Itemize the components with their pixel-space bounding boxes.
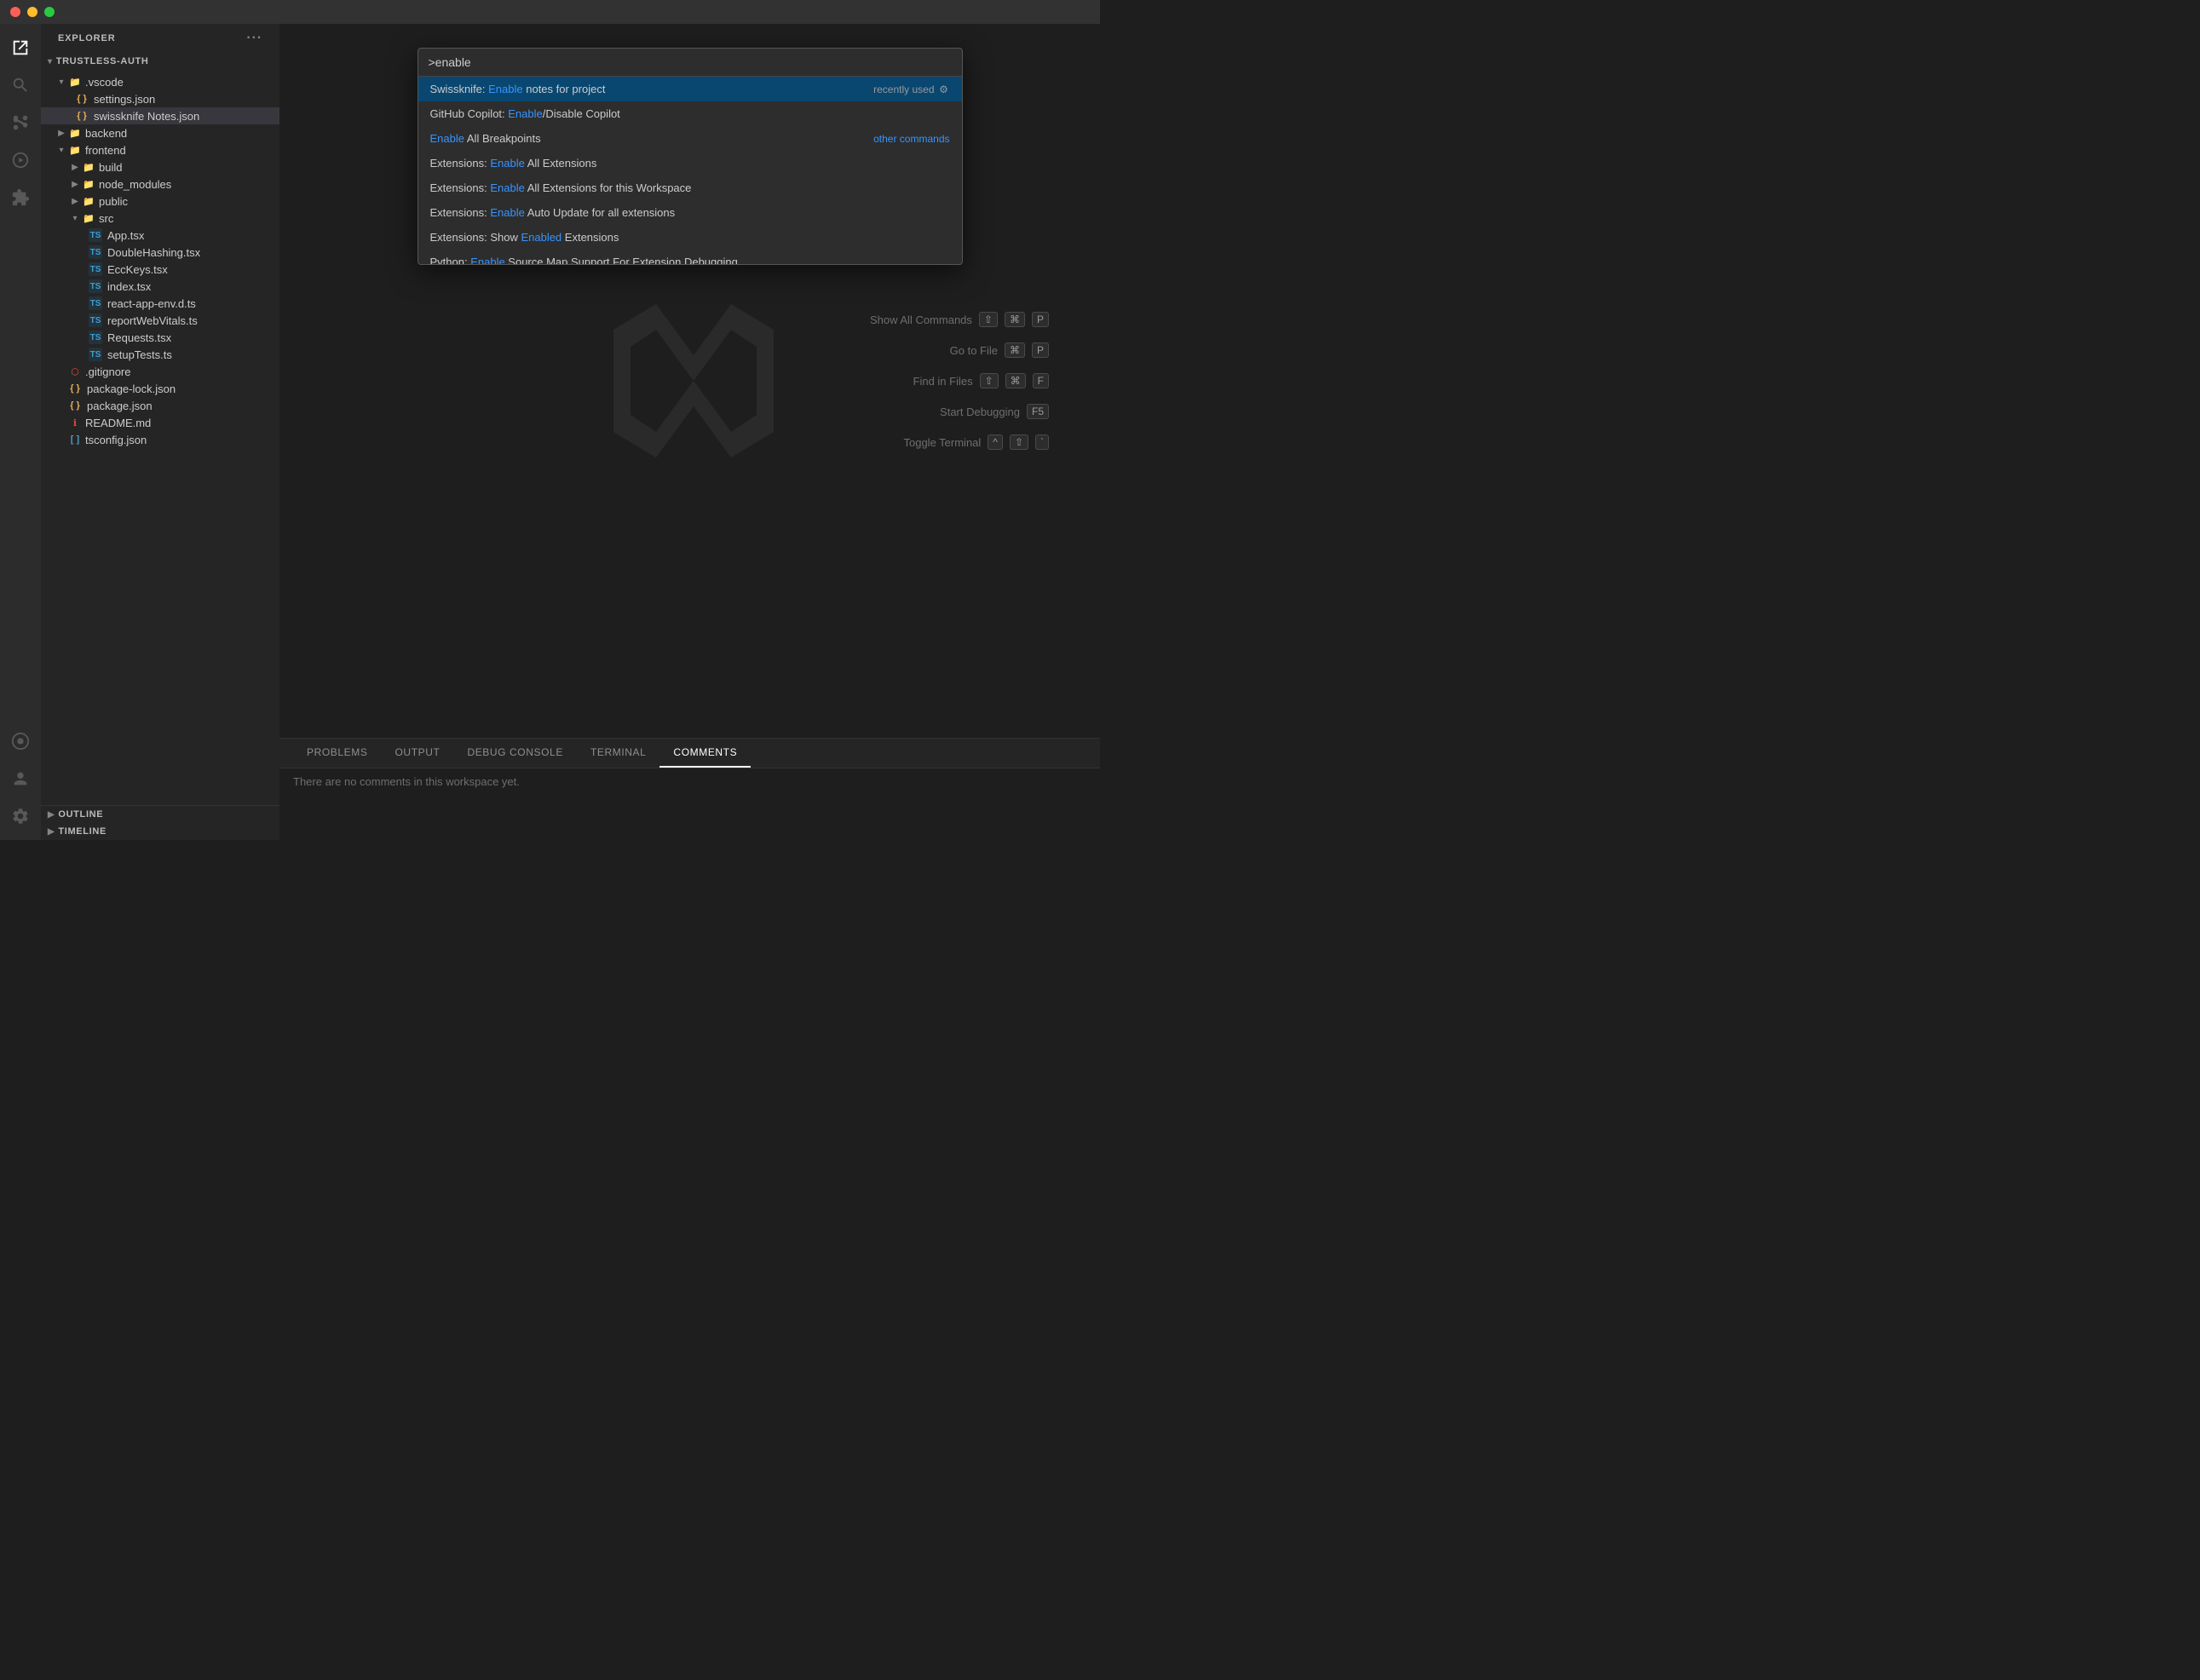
tree-item-setup-tests[interactable]: TS setupTests.ts: [41, 346, 279, 363]
tree-item-public[interactable]: ▶ 📁 public: [41, 193, 279, 210]
app-container: EXPLORER ··· ▾ TRUSTLESS-AUTH ▾ 📁 .vscod…: [0, 24, 1100, 840]
main-layout: EXPLORER ··· ▾ TRUSTLESS-AUTH ▾ 📁 .vscod…: [0, 24, 1100, 840]
vscode-watermark-icon: [605, 296, 775, 466]
tree-item-gitignore[interactable]: ⬡ .gitignore: [41, 363, 279, 380]
sidebar-footer-sections: ▶ OUTLINE ▶ TIMELINE: [41, 805, 279, 840]
tree-item-src[interactable]: ▾ 📁 src: [41, 210, 279, 227]
tree-item-ecc-keys[interactable]: TS EccKeys.tsx: [41, 261, 279, 278]
bottom-panel: PROBLEMS OUTPUT DEBUG CONSOLE TERMINAL C…: [279, 738, 1100, 840]
tree-item-report-web-vitals[interactable]: TS reportWebVitals.ts: [41, 312, 279, 329]
command-item-swissknife[interactable]: Swissknife: Enable notes for project rec…: [418, 77, 962, 101]
extensions-activity-icon[interactable]: [3, 181, 37, 215]
tab-terminal[interactable]: TERMINAL: [577, 739, 659, 768]
explorer-title: EXPLORER: [58, 33, 116, 43]
tab-output[interactable]: OUTPUT: [382, 739, 454, 768]
command-palette[interactable]: Swissknife: Enable notes for project rec…: [418, 48, 963, 265]
maximize-button[interactable]: [44, 7, 55, 17]
command-item-enable-breakpoints[interactable]: Enable All Breakpoints other commands: [418, 126, 962, 151]
shortcut-toggle-terminal: Toggle Terminal ^ ⇧ `: [870, 434, 1049, 450]
shortcut-start-debugging: Start Debugging F5: [870, 404, 1049, 419]
tree-item-tsconfig[interactable]: [ ] tsconfig.json: [41, 431, 279, 448]
tree-item-double-hashing[interactable]: TS DoubleHashing.tsx: [41, 244, 279, 261]
explorer-actions[interactable]: ···: [246, 31, 262, 46]
command-item-ext-workspace[interactable]: Extensions: Enable All Extensions for th…: [418, 175, 962, 200]
accounts-activity-icon[interactable]: [3, 762, 37, 796]
window-controls: [10, 7, 55, 17]
minimize-button[interactable]: [27, 7, 37, 17]
settings-activity-icon[interactable]: [3, 799, 37, 833]
search-activity-icon[interactable]: [3, 68, 37, 102]
tab-problems[interactable]: PROBLEMS: [293, 739, 382, 768]
tree-item-react-app-env[interactable]: TS react-app-env.d.ts: [41, 295, 279, 312]
tree-item-backend[interactable]: ▶ 📁 backend: [41, 124, 279, 141]
timeline-section-header[interactable]: ▶ TIMELINE: [41, 823, 279, 840]
command-results: Swissknife: Enable notes for project rec…: [418, 77, 962, 264]
editor-panel-wrapper: Show All Commands ⇧ ⌘ P Go to File ⌘ P F…: [279, 24, 1100, 840]
tree-item-readme[interactable]: ℹ README.md: [41, 414, 279, 431]
command-item-github-copilot[interactable]: GitHub Copilot: Enable/Disable Copilot: [418, 101, 962, 126]
shortcut-find-in-files: Find in Files ⇧ ⌘ F: [870, 373, 1049, 388]
explorer-header: EXPLORER ···: [41, 24, 279, 53]
comments-panel-content: There are no comments in this workspace …: [279, 768, 1100, 840]
root-folder-header[interactable]: ▾ TRUSTLESS-AUTH: [41, 53, 279, 70]
activity-bar: [0, 24, 41, 840]
tree-item-swissknife-json[interactable]: { } swissknife Notes.json: [41, 107, 279, 124]
tree-item-index-tsx[interactable]: TS index.tsx: [41, 278, 279, 295]
other-commands-link[interactable]: other commands: [873, 133, 949, 145]
tree-item-vscode[interactable]: ▾ 📁 .vscode: [41, 73, 279, 90]
editor-shortcuts: Show All Commands ⇧ ⌘ P Go to File ⌘ P F…: [870, 312, 1049, 450]
titlebar: [0, 0, 1100, 24]
sidebar: EXPLORER ··· ▾ TRUSTLESS-AUTH ▾ 📁 .vscod…: [41, 24, 279, 840]
run-debug-activity-icon[interactable]: [3, 143, 37, 177]
tree-item-requests[interactable]: TS Requests.tsx: [41, 329, 279, 346]
tab-debug-console[interactable]: DEBUG CONSOLE: [453, 739, 577, 768]
file-tree: ▾ 📁 .vscode { } settings.json { } swissk…: [41, 70, 279, 805]
command-input-row: [418, 49, 962, 77]
shortcut-go-to-file: Go to File ⌘ P: [870, 342, 1049, 358]
tab-comments[interactable]: COMMENTS: [659, 739, 751, 768]
shortcut-show-all-commands: Show All Commands ⇧ ⌘ P: [870, 312, 1049, 327]
command-item-python-source-map[interactable]: Python: Enable Source Map Support For Ex…: [418, 250, 962, 264]
command-item-ext-auto-update[interactable]: Extensions: Enable Auto Update for all e…: [418, 200, 962, 225]
tree-item-frontend[interactable]: ▾ 📁 frontend: [41, 141, 279, 158]
command-item-ext-all[interactable]: Extensions: Enable All Extensions: [418, 151, 962, 175]
tree-item-package-json[interactable]: { } package.json: [41, 397, 279, 414]
root-folder-name: TRUSTLESS-AUTH: [56, 56, 149, 66]
gear-icon: ⚙: [938, 83, 950, 95]
tree-item-build[interactable]: ▶ 📁 build: [41, 158, 279, 175]
close-button[interactable]: [10, 7, 20, 17]
explorer-activity-icon[interactable]: [3, 31, 37, 65]
tree-item-app-tsx[interactable]: TS App.tsx: [41, 227, 279, 244]
tree-item-node-modules[interactable]: ▶ 📁 node_modules: [41, 175, 279, 193]
tree-item-settings-json[interactable]: { } settings.json: [41, 90, 279, 107]
panel-tabs: PROBLEMS OUTPUT DEBUG CONSOLE TERMINAL C…: [279, 739, 1100, 768]
tree-item-package-lock[interactable]: { } package-lock.json: [41, 380, 279, 397]
recently-used-badge: recently used ⚙: [873, 83, 949, 95]
source-control-activity-icon[interactable]: [3, 106, 37, 140]
comments-empty-message: There are no comments in this workspace …: [293, 775, 520, 788]
command-item-ext-show-enabled[interactable]: Extensions: Show Enabled Extensions: [418, 225, 962, 250]
command-palette-input[interactable]: [429, 55, 952, 69]
outline-section-header[interactable]: ▶ OUTLINE: [41, 806, 279, 823]
remote-activity-icon[interactable]: [3, 724, 37, 758]
